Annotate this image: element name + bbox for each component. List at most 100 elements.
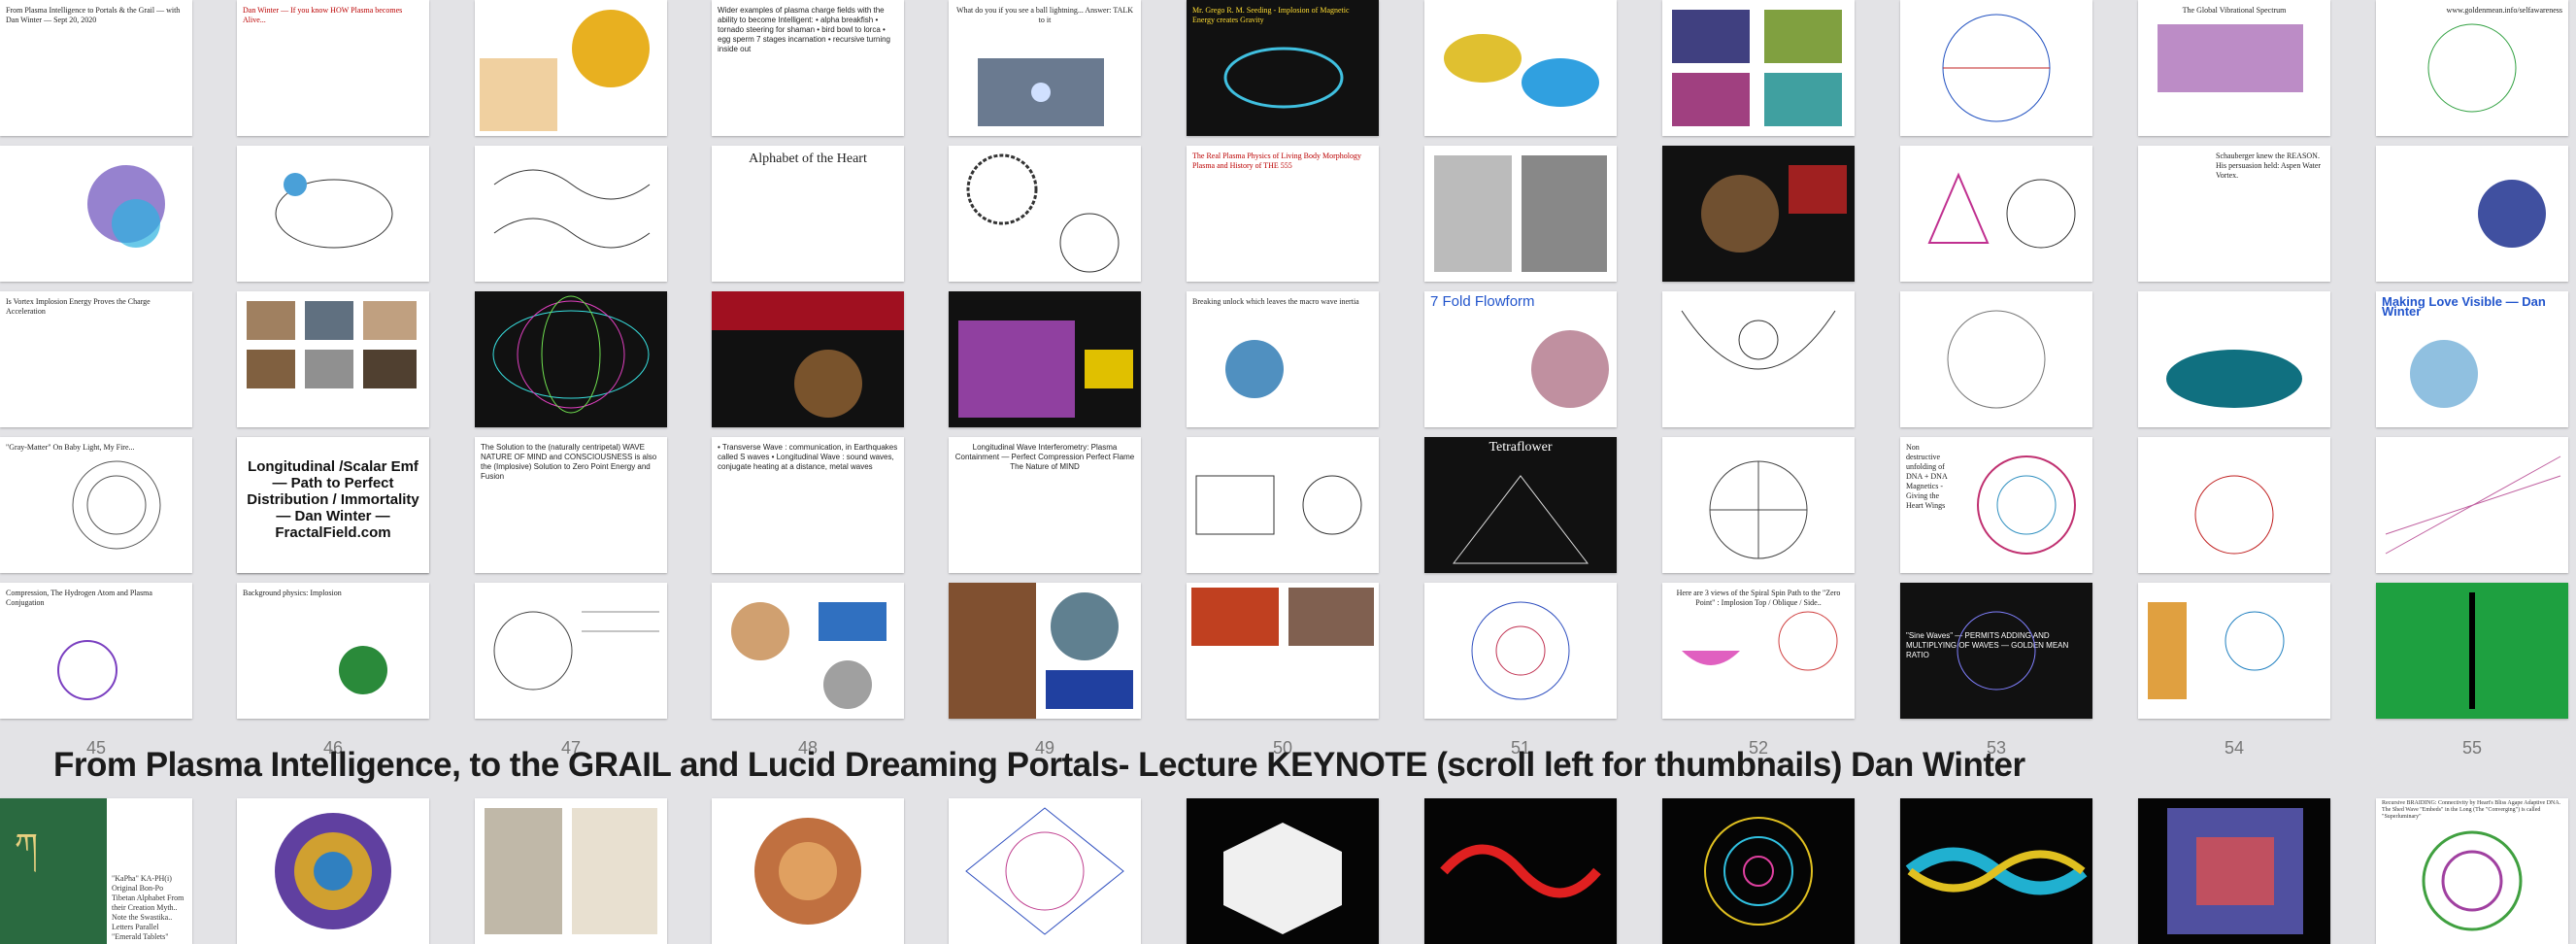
diagram-graphic bbox=[1905, 847, 2088, 895]
slide-thumbnail[interactable] bbox=[1187, 583, 1379, 719]
slide-thumbnail[interactable]: From Plasma Intelligence to Portals & th… bbox=[0, 0, 192, 136]
slide-thumbnail[interactable]: "Sine Waves" — PERMITS ADDING AND MULTIP… bbox=[1900, 583, 2092, 719]
slide-thumbnail[interactable] bbox=[475, 146, 667, 282]
slide-thumbnail[interactable] bbox=[1662, 437, 1855, 573]
slide-thumbnail[interactable] bbox=[475, 0, 667, 136]
slide-column-53: Non destructive unfolding of DNA + DNA M… bbox=[1900, 0, 2092, 728]
slide-thumbnail[interactable]: Non destructive unfolding of DNA + DNA M… bbox=[1900, 437, 2092, 573]
slide-thumbnail[interactable]: Is Vortex Implosion Energy Proves the Ch… bbox=[0, 291, 192, 427]
diagram-graphic bbox=[2376, 583, 2568, 719]
slide-thumbnail[interactable]: Background physics: Implosion bbox=[237, 583, 429, 719]
bottom-thumbnail[interactable] bbox=[237, 798, 429, 944]
slide-thumbnail[interactable]: Alphabet of the Heart bbox=[712, 146, 904, 282]
slide-thumbnail[interactable] bbox=[2138, 291, 2330, 427]
slide-thumbnail[interactable] bbox=[1900, 0, 2092, 136]
slide-thumbnail[interactable] bbox=[1662, 146, 1855, 282]
slide-text: Longitudinal /Scalar Emf — Path to Perfe… bbox=[247, 458, 419, 541]
slide-thumbnail[interactable] bbox=[1187, 437, 1379, 573]
slide-thumbnail[interactable] bbox=[1900, 291, 2092, 427]
slide-thumbnail[interactable]: Compression, The Hydrogen Atom and Plasm… bbox=[0, 583, 192, 719]
slide-column-47: The Solution to the (naturally centripet… bbox=[475, 0, 667, 728]
slide-thumbnail[interactable]: The Solution to the (naturally centripet… bbox=[475, 437, 667, 573]
diagram-graphic bbox=[1225, 340, 1284, 398]
diagram-graphic bbox=[1531, 330, 1609, 408]
bottom-thumbnail[interactable] bbox=[1424, 798, 1617, 944]
bottom-thumbnail[interactable] bbox=[2138, 798, 2330, 944]
slide-thumbnail[interactable]: Longitudinal /Scalar Emf — Path to Perfe… bbox=[237, 437, 429, 573]
slide-thumbnail[interactable] bbox=[1424, 146, 1617, 282]
slide-thumbnail[interactable] bbox=[2376, 583, 2568, 719]
diagram-graphic bbox=[1452, 475, 1589, 564]
slide-thumbnail[interactable] bbox=[237, 146, 429, 282]
bottom-thumbnail[interactable] bbox=[1900, 798, 2092, 944]
slide-thumbnail[interactable] bbox=[949, 583, 1141, 719]
slide-column-49: What do you if you see a ball lightning.… bbox=[949, 0, 1141, 728]
diagram-graphic bbox=[1191, 588, 1374, 646]
slide-thumbnail[interactable] bbox=[1424, 0, 1617, 136]
diagram-graphic bbox=[2410, 340, 2478, 408]
diagram-graphic bbox=[731, 602, 887, 709]
slide-number: 54 bbox=[2224, 738, 2245, 758]
diagram-graphic bbox=[2478, 180, 2546, 248]
diagram-graphic bbox=[2385, 455, 2561, 555]
slide-thumbnail[interactable] bbox=[2376, 437, 2568, 573]
slide-number: 55 bbox=[2461, 738, 2483, 758]
diagram-graphic bbox=[339, 646, 387, 694]
slide-thumbnail[interactable]: 7 Fold Flowform bbox=[1424, 291, 1617, 427]
slide-thumbnail[interactable] bbox=[1662, 0, 1855, 136]
slide-thumbnail[interactable] bbox=[2376, 146, 2568, 282]
slide-thumbnail[interactable]: Making Love Visible — Dan Winter bbox=[2376, 291, 2568, 427]
slide-thumbnail[interactable] bbox=[712, 583, 904, 719]
slide-thumbnail[interactable]: Tetraflower bbox=[1424, 437, 1617, 573]
page-title: From Plasma Intelligence, to the GRAIL a… bbox=[53, 746, 2025, 784]
bottom-thumbnail-strip: ཀ "KaPha" KA-PH(i) Original Bon-Po Tibet… bbox=[0, 798, 2576, 944]
slide-thumbnail[interactable]: www.goldenmean.info/selfawareness bbox=[2376, 0, 2568, 136]
slide-thumbnail[interactable]: The Global Vibrational Spectrum bbox=[2138, 0, 2330, 136]
slide-thumbnail[interactable]: Dan Winter — If you know HOW Plasma beco… bbox=[237, 0, 429, 136]
slide-thumbnail[interactable] bbox=[1662, 291, 1855, 427]
diagram-graphic bbox=[57, 640, 117, 700]
diagram-graphic bbox=[2166, 350, 2302, 408]
slide-thumbnail[interactable] bbox=[2138, 583, 2330, 719]
slide-thumbnail[interactable]: Breaking unlock which leaves the macro w… bbox=[1187, 291, 1379, 427]
slide-text: Wider examples of plasma charge fields w… bbox=[718, 6, 891, 53]
slide-thumbnail[interactable] bbox=[475, 583, 667, 719]
bottom-thumbnail[interactable]: Recursive BRAIDING: Connectivity by Hear… bbox=[2376, 798, 2568, 944]
slide-thumbnail[interactable]: "Gray-Matter" On Baby Light, My Fire... bbox=[0, 437, 192, 573]
diagram-graphic bbox=[1681, 310, 1836, 370]
slide-text: Alphabet of the Heart bbox=[749, 152, 867, 166]
slide-thumbnail[interactable]: Longitudinal Wave Interferometry: Plasma… bbox=[949, 437, 1141, 573]
diagram-graphic bbox=[1942, 14, 2051, 122]
bottom-thumbnail[interactable] bbox=[475, 798, 667, 944]
bottom-thumbnail[interactable] bbox=[712, 798, 904, 944]
slide-thumbnail[interactable] bbox=[1424, 583, 1617, 719]
slide-thumbnail[interactable]: Schauberger knew the REASON. His persuas… bbox=[2138, 146, 2330, 282]
slide-column-45: From Plasma Intelligence to Portals & th… bbox=[0, 0, 192, 728]
bottom-thumbnail[interactable] bbox=[1662, 798, 1855, 944]
slide-thumbnail[interactable]: What do you if you see a ball lightning.… bbox=[949, 0, 1141, 136]
bottom-thumbnail[interactable]: ཀ "KaPha" KA-PH(i) Original Bon-Po Tibet… bbox=[0, 798, 192, 944]
slide-thumbnail[interactable] bbox=[1900, 146, 2092, 282]
slide-thumbnail[interactable]: • Transverse Wave : communication, in Ea… bbox=[712, 437, 904, 573]
slide-thumbnail[interactable] bbox=[712, 291, 904, 427]
slide-thumbnail[interactable] bbox=[2138, 437, 2330, 573]
slide-thumbnail[interactable]: The Real Plasma Physics of Living Body M… bbox=[1187, 146, 1379, 282]
slide-thumbnail[interactable] bbox=[237, 291, 429, 427]
diagram-graphic bbox=[1927, 172, 2076, 249]
diagram-graphic bbox=[2148, 602, 2285, 699]
bottom-thumbnail[interactable] bbox=[1187, 798, 1379, 944]
slide-column-55: www.goldenmean.info/selfawareness Making… bbox=[2376, 0, 2568, 728]
slide-thumbnail[interactable] bbox=[949, 291, 1141, 427]
diagram-graphic bbox=[247, 301, 417, 388]
diagram-graphic bbox=[1957, 611, 2036, 691]
diagram-graphic bbox=[1223, 823, 1342, 934]
slide-thumbnail[interactable] bbox=[475, 291, 667, 427]
slide-thumbnail[interactable] bbox=[0, 146, 192, 282]
slide-column-48: Wider examples of plasma charge fields w… bbox=[712, 0, 904, 728]
slide-thumbnail[interactable]: Mr. Grego R. M. Seeding - Implosion of M… bbox=[1187, 0, 1379, 136]
slide-thumbnail[interactable] bbox=[949, 146, 1141, 282]
slide-thumbnail[interactable]: Wider examples of plasma charge fields w… bbox=[712, 0, 904, 136]
slide-thumbnail[interactable]: Here are 3 views of the Spiral Spin Path… bbox=[1662, 583, 1855, 719]
bottom-thumbnail[interactable] bbox=[949, 798, 1141, 944]
diagram-graphic bbox=[493, 169, 651, 249]
